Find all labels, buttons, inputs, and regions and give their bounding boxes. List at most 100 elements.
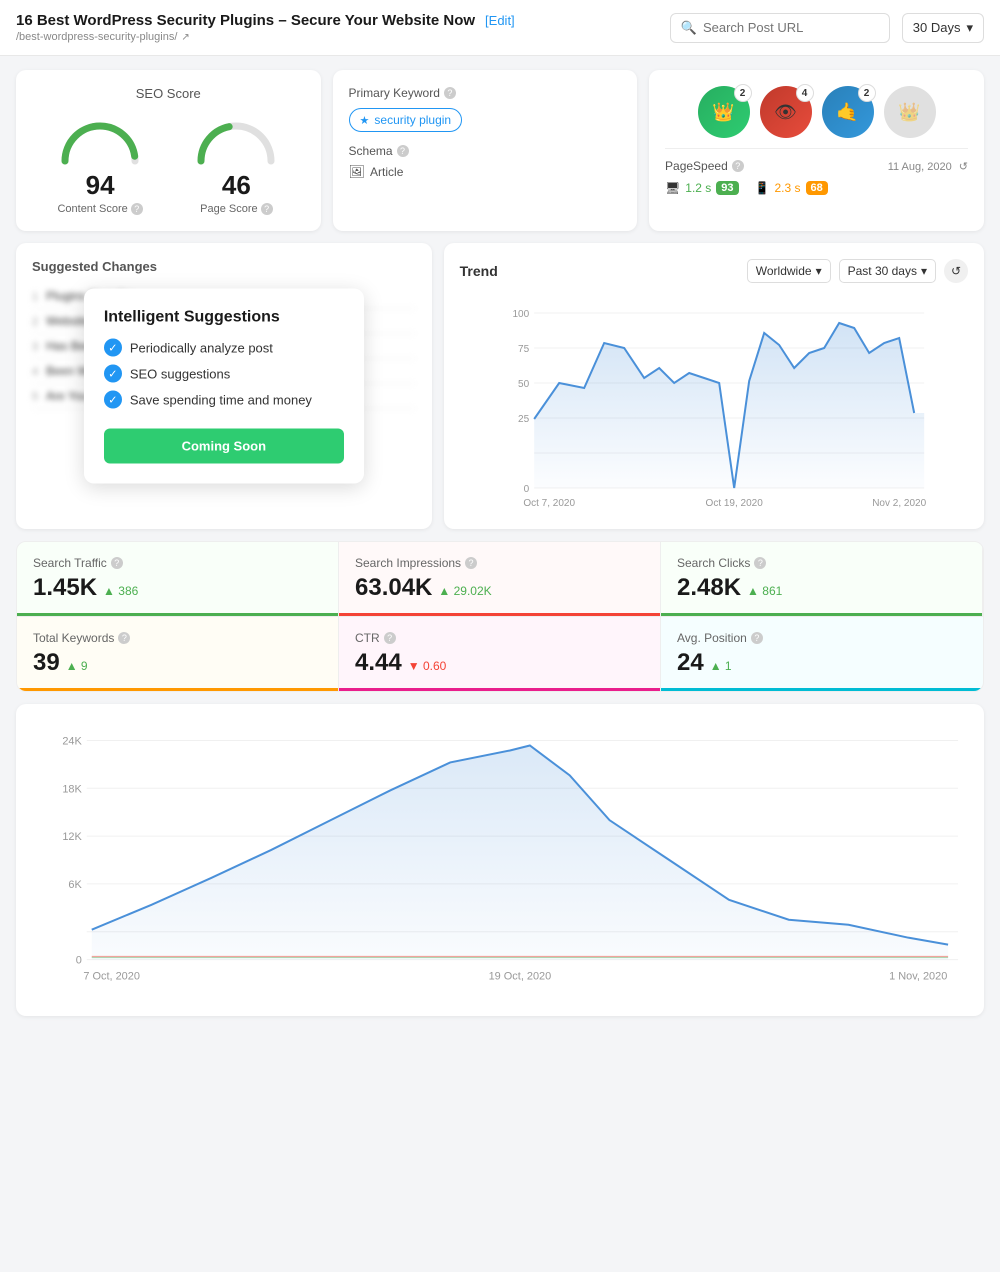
keywords-value: 39 ▲ 9 bbox=[33, 649, 322, 677]
suggested-card: Suggested Changes 1Plugins That Giv... 2… bbox=[16, 243, 432, 529]
traffic-info-icon[interactable]: ? bbox=[111, 557, 123, 569]
svg-text:7 Oct, 2020: 7 Oct, 2020 bbox=[83, 970, 140, 982]
svg-text:19 Oct, 2020: 19 Oct, 2020 bbox=[489, 970, 552, 982]
days-select[interactable]: 30 Days ▾ bbox=[902, 13, 984, 43]
edit-link[interactable]: [Edit] bbox=[485, 13, 515, 28]
position-value: 24 ▲ 1 bbox=[677, 649, 967, 677]
pagespeed-label: PageSpeed ? bbox=[665, 159, 744, 173]
svg-text:Oct 19, 2020: Oct 19, 2020 bbox=[705, 498, 763, 509]
search-icon: 🔍 bbox=[681, 20, 697, 36]
refresh-icon[interactable]: ↺ bbox=[959, 161, 968, 173]
stat-total-keywords: Total Keywords ? 39 ▲ 9 bbox=[17, 616, 339, 691]
page-url: /best-wordpress-security-plugins/ ↗ bbox=[16, 31, 658, 43]
region-select[interactable]: Worldwide ▾ bbox=[747, 259, 831, 283]
pagespeed-date: 11 Aug, 2020 ↺ bbox=[888, 160, 968, 173]
ps-metrics: 🖥 1.2 s 93 📱 2.3 s 68 bbox=[665, 181, 968, 195]
svg-text:100: 100 bbox=[512, 309, 529, 320]
popup-title: Intelligent Suggestions bbox=[104, 309, 344, 327]
badge-3[interactable]: 🤙 2 bbox=[822, 86, 874, 138]
middle-section: Suggested Changes 1Plugins That Giv... 2… bbox=[16, 243, 984, 529]
keyword-card: Primary Keyword ? ★ security plugin Sche… bbox=[333, 70, 638, 231]
badge-1-count: 2 bbox=[734, 84, 752, 102]
page-info-icon[interactable]: ? bbox=[261, 203, 273, 215]
desktop-metric: 🖥 1.2 s 93 bbox=[665, 181, 739, 195]
position-change: ▲ 1 bbox=[710, 659, 732, 673]
content-gauge-svg bbox=[55, 111, 145, 166]
content-score-gauge: 94 Content Score ? bbox=[55, 111, 145, 215]
svg-text:Oct 7, 2020: Oct 7, 2020 bbox=[523, 498, 575, 509]
keyword-info-icon[interactable]: ? bbox=[444, 87, 456, 99]
search-traffic-label: Search Traffic ? bbox=[33, 556, 322, 570]
star-icon: ★ bbox=[360, 114, 370, 127]
seo-score-title: SEO Score bbox=[32, 86, 305, 101]
ctr-value: 4.44 ▼ 0.60 bbox=[355, 649, 644, 677]
keywords-info-icon[interactable]: ? bbox=[118, 632, 130, 644]
svg-text:25: 25 bbox=[518, 414, 530, 425]
content-info-icon[interactable]: ? bbox=[131, 203, 143, 215]
badge-4-icon: 👑 bbox=[898, 102, 920, 123]
mobile-time: 2.3 s bbox=[774, 181, 800, 195]
stat-search-impressions: Search Impressions ? 63.04K ▲ 29.02K bbox=[339, 542, 661, 616]
impressions-value: 63.04K ▲ 29.02K bbox=[355, 574, 644, 602]
clicks-info-icon[interactable]: ? bbox=[754, 557, 766, 569]
badge-3-count: 2 bbox=[858, 84, 876, 102]
stat-avg-position: Avg. Position ? 24 ▲ 1 bbox=[661, 616, 983, 691]
badge-4[interactable]: 👑 bbox=[884, 86, 936, 138]
traffic-change: ▲ 386 bbox=[103, 584, 138, 598]
schema-info-icon[interactable]: ? bbox=[397, 145, 409, 157]
svg-text:18K: 18K bbox=[62, 783, 82, 795]
svg-text:12K: 12K bbox=[62, 831, 82, 843]
seo-score-card: SEO Score 94 Content Score ? bbox=[16, 70, 321, 231]
desktop-time: 1.2 s bbox=[685, 181, 711, 195]
pagespeed-info-icon[interactable]: ? bbox=[732, 160, 744, 172]
clicks-change: ▲ 861 bbox=[747, 584, 782, 598]
page-title: 16 Best WordPress Security Plugins – Sec… bbox=[16, 12, 475, 29]
stat-search-traffic: Search Traffic ? 1.45K ▲ 386 bbox=[17, 542, 339, 616]
stat-search-clicks: Search Clicks ? 2.48K ▲ 861 bbox=[661, 542, 983, 616]
trend-reset-button[interactable]: ↺ bbox=[944, 259, 968, 283]
bottom-chart: 24K 18K 12K 6K 0 7 Oct, 2020 19 Oct, 202… bbox=[32, 720, 968, 1000]
position-info-icon[interactable]: ? bbox=[751, 632, 763, 644]
ctr-info-icon[interactable]: ? bbox=[384, 632, 396, 644]
period-chevron-icon: ▾ bbox=[921, 264, 927, 278]
page-title-area: 16 Best WordPress Security Plugins – Sec… bbox=[16, 12, 658, 43]
main-content: SEO Score 94 Content Score ? bbox=[0, 56, 1000, 1030]
ctr-change: ▼ 0.60 bbox=[408, 659, 447, 673]
mobile-icon: 📱 bbox=[755, 181, 770, 195]
trend-header: Trend Worldwide ▾ Past 30 days ▾ ↺ bbox=[460, 259, 968, 283]
page-score-value: 46 bbox=[222, 170, 251, 201]
search-bar[interactable]: 🔍 bbox=[670, 13, 890, 43]
svg-text:Nov 2, 2020: Nov 2, 2020 bbox=[872, 498, 926, 509]
content-score-label: Content Score ? bbox=[57, 203, 142, 215]
svg-text:75: 75 bbox=[518, 344, 530, 355]
search-input[interactable] bbox=[703, 20, 879, 35]
content-score-value: 94 bbox=[86, 170, 115, 201]
check-icon-2: ✓ bbox=[104, 365, 122, 383]
pagespeed-section: PageSpeed ? 11 Aug, 2020 ↺ 🖥 1.2 s 93 bbox=[665, 148, 968, 195]
clicks-value: 2.48K ▲ 861 bbox=[677, 574, 966, 602]
suggestions-popup: Intelligent Suggestions ✓ Periodically a… bbox=[84, 289, 364, 484]
suggested-title: Suggested Changes bbox=[32, 259, 416, 274]
svg-text:0: 0 bbox=[76, 955, 82, 967]
chevron-down-icon: ▾ bbox=[966, 20, 973, 36]
badge-1[interactable]: 👑 2 bbox=[698, 86, 750, 138]
coming-soon-button[interactable]: Coming Soon bbox=[104, 429, 344, 464]
svg-text:50: 50 bbox=[518, 379, 530, 390]
trend-card: Trend Worldwide ▾ Past 30 days ▾ ↺ bbox=[444, 243, 984, 529]
period-select[interactable]: Past 30 days ▾ bbox=[839, 259, 936, 283]
svg-text:6K: 6K bbox=[68, 879, 82, 891]
page-score-label: Page Score ? bbox=[200, 203, 272, 215]
schema-label: Schema ? bbox=[349, 144, 622, 158]
mobile-metric: 📱 2.3 s 68 bbox=[755, 181, 828, 195]
popup-item-1: ✓ Periodically analyze post bbox=[104, 339, 344, 357]
impressions-info-icon[interactable]: ? bbox=[465, 557, 477, 569]
keywords-change: ▲ 9 bbox=[66, 659, 88, 673]
top-cards: SEO Score 94 Content Score ? bbox=[16, 70, 984, 231]
desktop-icon: 🖥 bbox=[665, 181, 680, 195]
position-label: Avg. Position ? bbox=[677, 631, 967, 645]
badges-pagespeed-card: 👑 2 👁 4 🤙 2 👑 bbox=[649, 70, 984, 231]
ctr-bar bbox=[339, 688, 660, 691]
badge-2[interactable]: 👁 4 bbox=[760, 86, 812, 138]
region-chevron-icon: ▾ bbox=[816, 264, 822, 278]
schema-icon: 🖼 bbox=[349, 164, 366, 180]
